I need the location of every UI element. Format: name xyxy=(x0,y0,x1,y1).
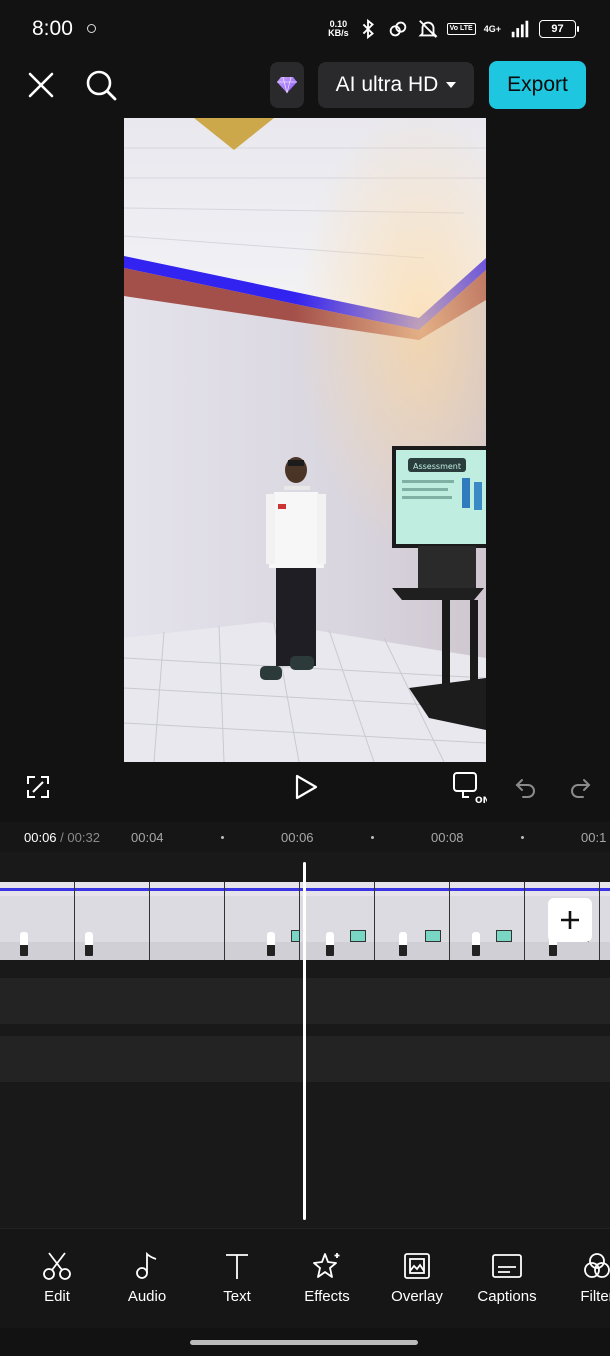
battery-indicator: 97 xyxy=(539,20,579,38)
text-icon xyxy=(226,1254,248,1279)
tool-label: Filter xyxy=(580,1288,610,1305)
clip-frame xyxy=(225,882,300,960)
clip-frame xyxy=(450,882,525,960)
slide-title: Assessment xyxy=(413,462,461,471)
clip-frame xyxy=(150,882,225,960)
redo-icon xyxy=(571,779,591,798)
tool-effects[interactable]: Effects xyxy=(282,1251,372,1305)
export-button[interactable]: Export xyxy=(489,61,586,109)
tool-overlay[interactable]: Overlay xyxy=(372,1251,462,1305)
add-clip-button[interactable] xyxy=(548,898,592,942)
chevron-down-icon xyxy=(446,82,457,88)
clip-frame xyxy=(75,882,150,960)
clip-frame xyxy=(0,882,75,960)
play-button[interactable] xyxy=(288,769,324,805)
music-note-icon xyxy=(136,1251,157,1279)
tool-label: Audio xyxy=(127,1288,167,1305)
tool-label: Text xyxy=(223,1288,251,1305)
captions-icon xyxy=(492,1254,522,1278)
quality-dropdown[interactable]: AI ultra HD xyxy=(318,62,474,108)
tool-filter[interactable]: Filter xyxy=(552,1251,610,1305)
preview-frame: Assessment xyxy=(124,118,486,762)
bell-muted-icon xyxy=(418,20,438,38)
captions-toggle-icon: ON xyxy=(453,772,487,805)
bluetooth-icon xyxy=(362,18,374,40)
notification-dot-icon xyxy=(87,24,96,33)
clip-frame xyxy=(300,882,375,960)
status-icons: 0.10 KB/s Vo LTE 4G+ 97 xyxy=(328,17,579,41)
tool-captions[interactable]: Captions xyxy=(462,1251,552,1305)
quality-label: AI ultra HD xyxy=(335,73,439,96)
tool-label: Effects xyxy=(304,1288,350,1305)
tool-label: Edit xyxy=(44,1288,70,1305)
link-icon xyxy=(389,21,406,37)
home-indicator[interactable] xyxy=(190,1340,418,1345)
tool-text[interactable]: Text xyxy=(192,1251,282,1305)
timeline-ruler[interactable]: 00:06 / 00:32 00:04 00:06 00:08 00:1 xyxy=(0,822,610,852)
play-icon xyxy=(295,774,318,800)
captions-toggle-state: ON xyxy=(475,796,487,805)
redo-button[interactable] xyxy=(564,771,596,803)
close-button[interactable] xyxy=(22,66,60,104)
total-time: 00:32 xyxy=(67,830,100,845)
tool-edit[interactable]: Edit xyxy=(12,1251,102,1305)
network-type: 4G+ xyxy=(483,23,501,34)
editor-top-bar: AI ultra HD Export xyxy=(0,60,610,110)
network-speed: 0.10 KB/s xyxy=(328,19,349,38)
undo-icon xyxy=(515,779,535,798)
fullscreen-button[interactable] xyxy=(22,771,54,803)
search-button[interactable] xyxy=(82,66,120,104)
ruler-tick: 00:08 xyxy=(431,830,464,845)
fullscreen-icon xyxy=(27,776,49,798)
signal-icon xyxy=(511,20,529,38)
playhead[interactable] xyxy=(303,862,306,1220)
clip-frame xyxy=(375,882,450,960)
captions-toggle-button[interactable]: ON xyxy=(450,768,488,806)
timecode: 00:06 / 00:32 xyxy=(24,830,100,845)
ruler-tick: 00:1 xyxy=(581,830,607,845)
ruler-tick: 00:06 xyxy=(281,830,314,845)
ruler-dot xyxy=(521,836,524,839)
status-time: 8:00 xyxy=(32,17,73,40)
status-bar: 8:00 0.10 KB/s Vo LTE 4G+ 97 xyxy=(0,0,610,60)
tool-audio[interactable]: Audio xyxy=(102,1251,192,1305)
close-icon xyxy=(28,72,54,98)
diamond-icon xyxy=(277,76,297,94)
ruler-tick: 00:04 xyxy=(131,830,164,845)
tool-label: Captions xyxy=(477,1288,537,1305)
clip-frame xyxy=(600,882,610,960)
filter-icon xyxy=(584,1253,610,1278)
video-preview[interactable]: Assessment xyxy=(124,118,486,762)
ruler-dot xyxy=(371,836,374,839)
tool-label: Overlay xyxy=(391,1288,443,1305)
bottom-tool-bar: Edit Audio Text Effects Overlay Captions… xyxy=(0,1228,610,1328)
premium-button[interactable] xyxy=(270,62,304,108)
search-icon xyxy=(86,70,117,101)
playback-controls: ON xyxy=(0,762,610,812)
undo-button[interactable] xyxy=(510,771,542,803)
current-time: 00:06 xyxy=(24,830,57,845)
overlay-image-icon xyxy=(404,1253,430,1279)
scissors-icon xyxy=(43,1252,71,1280)
plus-icon xyxy=(561,911,579,929)
ruler-dot xyxy=(221,836,224,839)
volte-badge: Vo LTE xyxy=(446,23,476,35)
star-sparkle-icon xyxy=(313,1253,340,1278)
